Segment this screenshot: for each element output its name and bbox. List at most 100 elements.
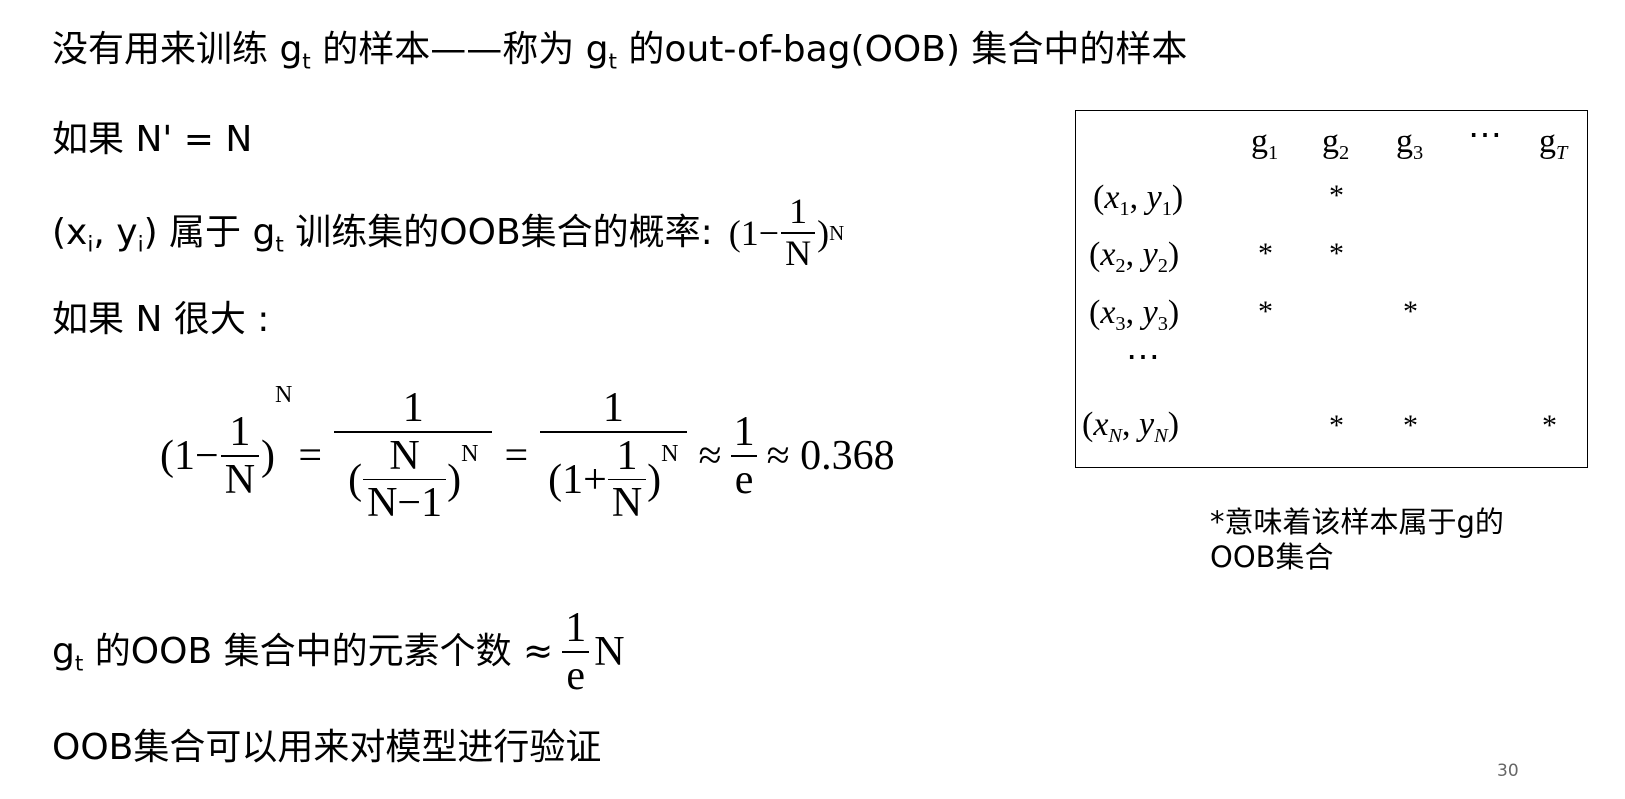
denominator: ( N N−1 ) N <box>334 431 493 526</box>
oob-validation-text: OOB集合可以用来对模型进行验证 <box>52 727 602 768</box>
y-var: y <box>1139 406 1155 443</box>
numerator: 1 <box>733 408 755 455</box>
subscript: 2 <box>1339 142 1350 165</box>
subscript: 2 <box>1157 255 1168 278</box>
equals-sign: = <box>298 432 323 479</box>
subscript: 3 <box>1115 313 1126 336</box>
row-label-2: (x2, y2) <box>1089 236 1180 278</box>
header-ellipsis: ⋯ <box>1468 119 1502 153</box>
numerator: 1 <box>229 408 251 455</box>
oob-size-formula: 1 e N <box>557 605 625 699</box>
formula-part: N <box>594 629 625 676</box>
numerator: 1 <box>789 191 808 231</box>
subscript: 1 <box>1268 142 1279 165</box>
y-var: y <box>1142 294 1158 331</box>
note-line: *意味着该样本属于g的 <box>1210 505 1504 539</box>
subscript: t <box>302 49 311 75</box>
equals-sign: = <box>504 432 529 479</box>
numerator: 1 <box>616 433 638 480</box>
text-segment: 没有用来训练 g <box>52 29 303 70</box>
oob-note: *意味着该样本属于g的 OOB集合 <box>1210 505 1550 576</box>
oob-star: * <box>1542 409 1557 442</box>
text-segment: (x <box>52 211 88 253</box>
large-n-condition-text: 如果 N 很大 : <box>52 299 270 340</box>
approx-sign: ≈ <box>698 432 722 479</box>
text-segment: 训练集的OOB集合的概率: <box>283 211 713 253</box>
subscript: t <box>275 232 284 258</box>
approx-value: ≈ 0.368 <box>766 432 895 479</box>
formula-part: (1− <box>728 212 780 253</box>
formula-part: ) <box>261 432 276 479</box>
denominator: e <box>730 454 758 503</box>
oob-matrix: g1 g2 g3 ⋯ gT (x1, y1) * (x2, y2) * * (x… <box>1075 110 1588 468</box>
x-var: x <box>1100 294 1116 331</box>
fraction: 1 (1+ 1 N ) N <box>540 385 687 527</box>
header-g1: g1 <box>1251 123 1278 164</box>
numerator: 1 <box>565 605 587 651</box>
numerator: 1 <box>602 385 624 431</box>
text-segment: 的样本——称为 g <box>310 29 609 70</box>
text-segment: ) 属于 g <box>143 211 276 253</box>
oob-star: * <box>1403 295 1418 328</box>
subscript: 1 <box>1119 198 1130 221</box>
formula-part: ) <box>647 456 662 503</box>
x-var: x <box>1104 179 1120 216</box>
g-symbol: g <box>1322 123 1339 160</box>
y-var: y <box>1142 236 1158 273</box>
denominator: N−1 <box>363 479 447 526</box>
y-var: y <box>1146 179 1162 216</box>
g-symbol: g <box>1396 123 1413 160</box>
numerator: N <box>389 433 420 480</box>
subscript: t <box>608 49 617 75</box>
denominator: e <box>562 651 590 699</box>
fraction: N N−1 <box>363 433 447 526</box>
fraction: 1 N <box>607 433 647 526</box>
g-symbol: g <box>1539 123 1556 160</box>
header-g3: g3 <box>1396 123 1423 164</box>
subscript: 3 <box>1413 142 1424 165</box>
exponent: N <box>461 441 479 468</box>
text-segment: 的OOB 集合中的元素个数 ≈ <box>83 631 554 673</box>
x-var: x <box>1100 236 1116 273</box>
fraction: 1 ( N N−1 ) N <box>334 385 493 527</box>
formula-part: (1− <box>160 432 219 479</box>
oob-size-label: gt 的OOB 集合中的元素个数 ≈ <box>52 631 554 675</box>
header-g2: g2 <box>1322 123 1349 164</box>
condition-text: 如果 N' = N <box>52 119 253 160</box>
row-label-N: (xN, yN) <box>1082 406 1180 448</box>
oob-star: * <box>1403 409 1418 442</box>
denominator: (1+ 1 N ) N <box>540 431 687 526</box>
formula-part: ) <box>817 212 830 253</box>
subscript: N <box>1108 425 1123 448</box>
subscript: N <box>1154 425 1168 448</box>
fraction: 1 e <box>561 605 590 699</box>
header-gT: gT <box>1539 123 1567 164</box>
prob-label: (xi, yi) 属于 gt 训练集的OOB集合的概率: <box>52 211 713 255</box>
x-var: x <box>1093 406 1109 443</box>
row-label-3: (x3, y3) <box>1089 294 1180 336</box>
oob-star: * <box>1329 179 1344 212</box>
oob-size-text: gt 的OOB 集合中的元素个数 ≈ 1 e N <box>52 605 625 699</box>
g-symbol: g <box>1251 123 1268 160</box>
text-segment: g <box>52 631 75 673</box>
limit-equation: (1− 1 N ) N = 1 ( N N−1 ) N = 1 (1+ 1 N … <box>160 382 895 527</box>
fraction: 1 N <box>220 408 260 503</box>
ellipsis: ⋯ <box>1468 117 1502 154</box>
formula-part: (1+ <box>548 456 607 503</box>
subscript: 2 <box>1115 255 1126 278</box>
text-segment: 的out-of-bag(OOB) 集合中的样本 <box>616 29 1188 70</box>
row-label-1: (x1, y1) <box>1093 179 1184 221</box>
subscript: 1 <box>1161 198 1172 221</box>
oob-star: * <box>1329 409 1344 442</box>
oob-star: * <box>1258 237 1273 270</box>
row-ellipsis: ⋯ <box>1126 339 1160 376</box>
denominator: N <box>781 231 816 274</box>
page-number: 30 <box>1497 761 1519 781</box>
denominator: N <box>607 479 647 526</box>
exponent: N <box>661 441 679 468</box>
probability-text: (xi, yi) 属于 gt 训练集的OOB集合的概率: (1− 1 N ) N <box>52 191 845 274</box>
oob-star: * <box>1258 295 1273 328</box>
denominator: N <box>220 454 260 503</box>
probability-formula: (1− 1 N ) N <box>728 191 845 274</box>
fraction: 1 e <box>730 409 759 503</box>
